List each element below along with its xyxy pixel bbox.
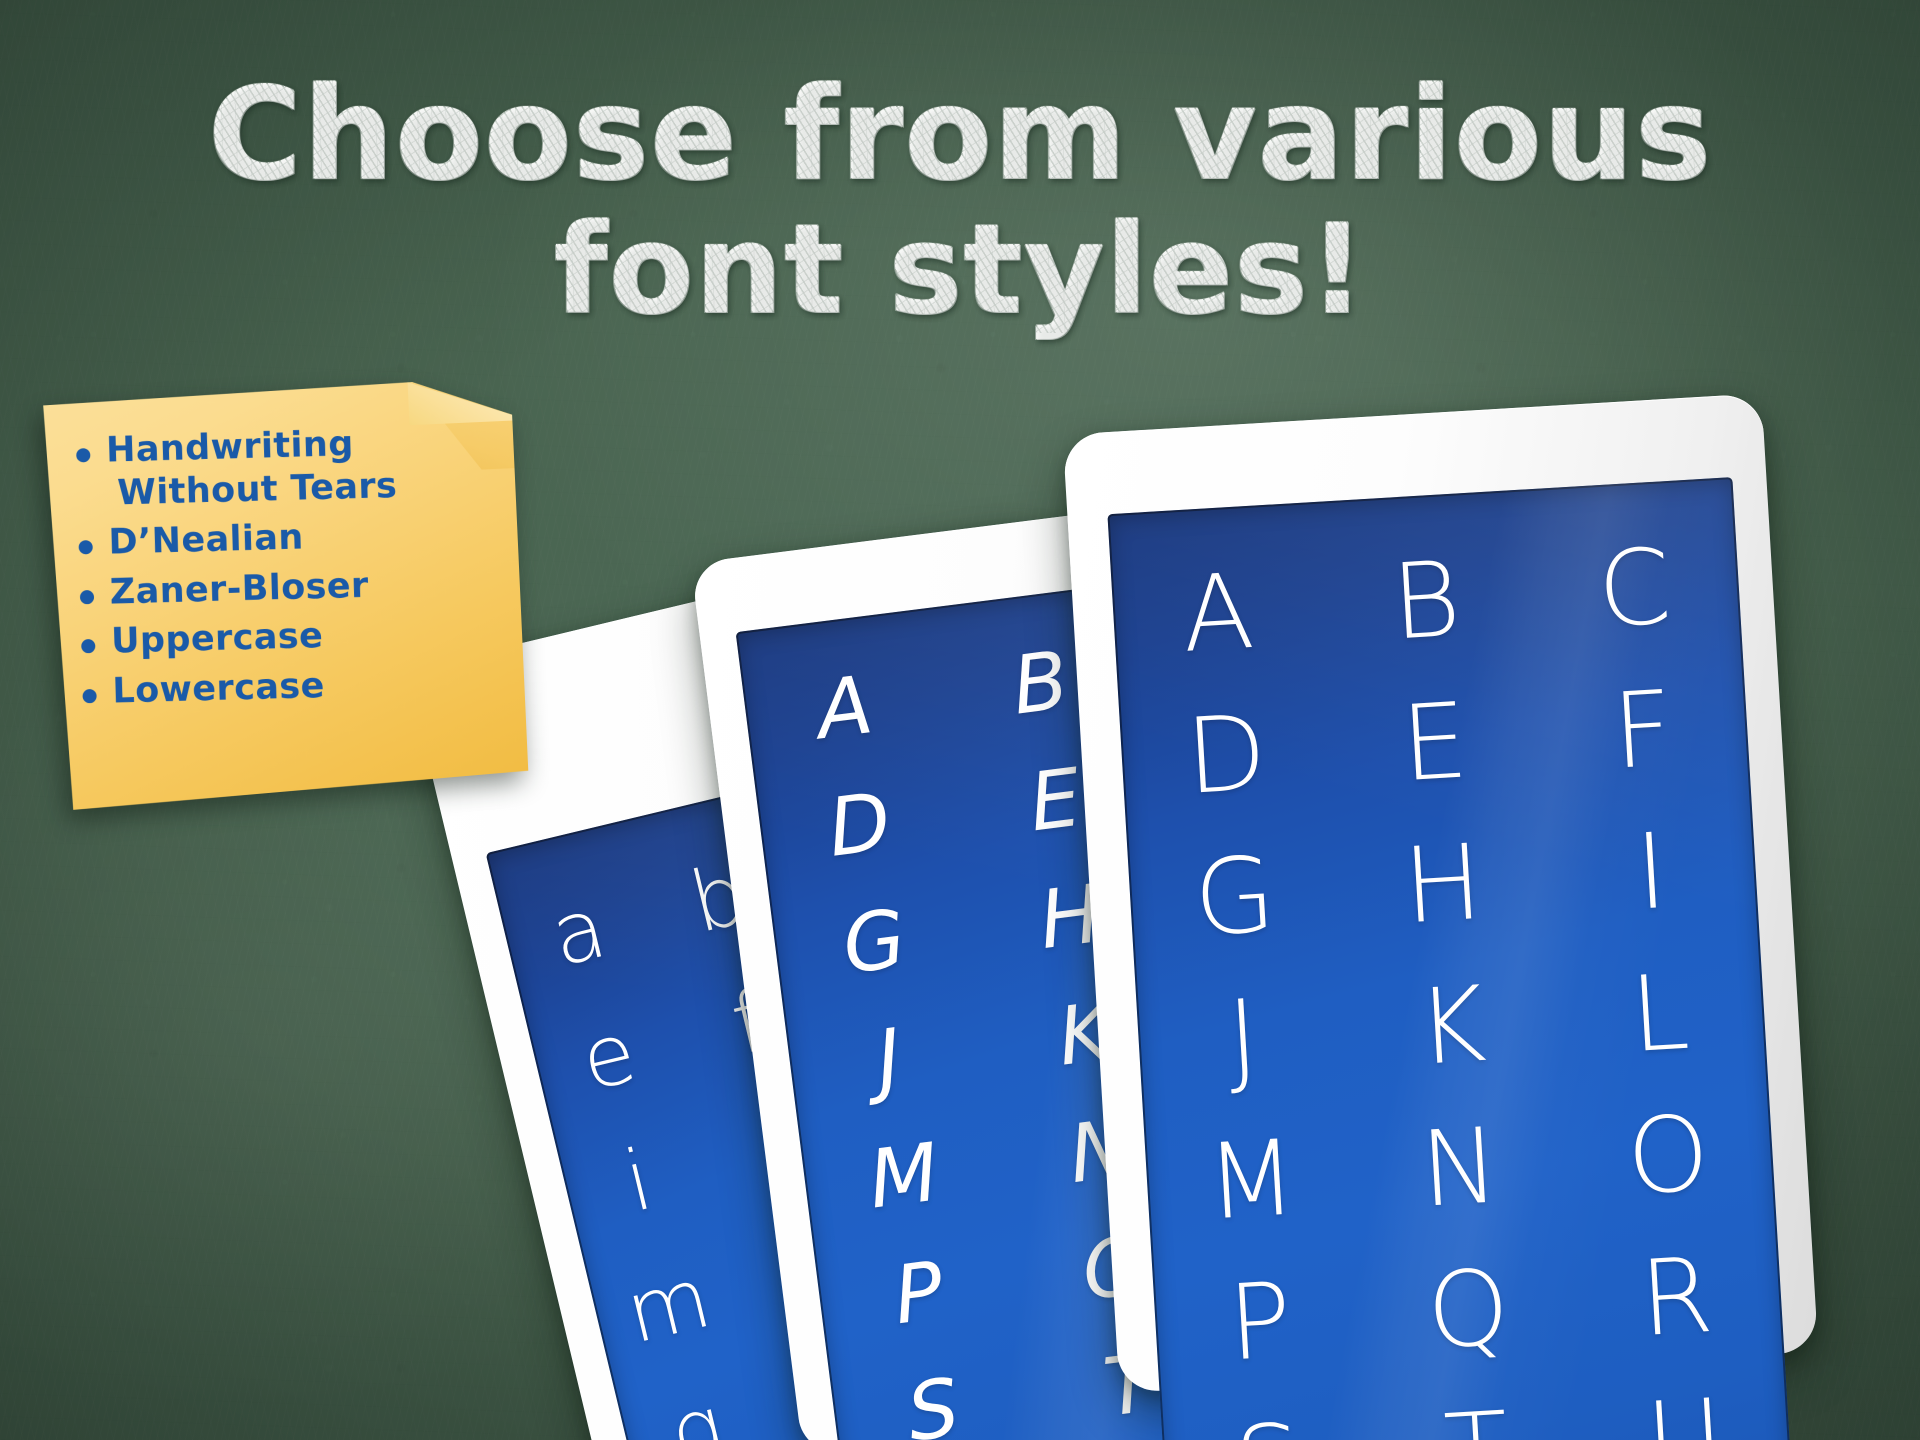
alphabet-letter: S bbox=[1232, 1401, 1305, 1440]
alphabet-letter: N bbox=[1417, 1104, 1503, 1231]
alphabet-letter: L bbox=[1627, 950, 1693, 1076]
alphabet-letter: U bbox=[1643, 1375, 1727, 1440]
alphabet-letter: e bbox=[571, 1002, 645, 1110]
alphabet-letter: O bbox=[1623, 1091, 1713, 1219]
alphabet-letter: G bbox=[837, 891, 911, 992]
alphabet-letter: D bbox=[1182, 691, 1270, 818]
alphabet-letter: P bbox=[1224, 1258, 1295, 1385]
alphabet-letter: I bbox=[1632, 809, 1671, 934]
alphabet-letter: i bbox=[615, 1130, 662, 1232]
alphabet-letter: T bbox=[1441, 1388, 1512, 1440]
alphabet-letter: R bbox=[1636, 1233, 1717, 1360]
list-item-label: D’Nealian bbox=[108, 517, 305, 563]
list-item-label: Lowercase bbox=[111, 665, 326, 712]
alphabet-letter: a bbox=[542, 878, 616, 986]
tablet-uppercase-screen[interactable]: ABCDEFGHIJKLMNOPQRSTUVWXYZ bbox=[1107, 477, 1798, 1440]
alphabet-letter: E bbox=[1024, 750, 1087, 850]
font-style-list-item: Handwriting Without Tears bbox=[62, 420, 506, 515]
tablet-uppercase[interactable]: ABCDEFGHIJKLMNOPQRSTUVWXYZ bbox=[1062, 393, 1819, 1440]
font-style-list-item: Lowercase bbox=[68, 661, 511, 713]
alphabet-letter: Q bbox=[1423, 1245, 1513, 1373]
alphabet-letter: A bbox=[1178, 549, 1257, 676]
alphabet-letter: B bbox=[1388, 537, 1464, 664]
font-style-list-item: D’Nealian bbox=[64, 512, 507, 564]
alphabet-letter: C bbox=[1594, 525, 1675, 652]
screen-glare bbox=[1107, 477, 1798, 1440]
alphabet-letter: K bbox=[1413, 962, 1490, 1089]
alphabet-letter: m bbox=[616, 1248, 720, 1363]
alphabet-letter: P bbox=[888, 1243, 949, 1343]
font-style-list-item: Zaner-Bloser bbox=[65, 562, 508, 614]
sticky-note: Handwriting Without Tears D’Nealian Zaner-B… bbox=[43, 378, 529, 811]
list-item-label: Zaner-Bloser bbox=[109, 565, 370, 613]
alphabet-letter: J bbox=[871, 1011, 907, 1107]
alphabet-letter: B bbox=[1007, 633, 1074, 733]
letter-grid-uppercase: ABCDEFGHIJKLMNOPQRSTUVWXYZ bbox=[1107, 477, 1797, 1440]
alphabet-letter: M bbox=[863, 1125, 944, 1227]
alphabet-letter: J bbox=[1224, 976, 1262, 1100]
list-item-label-continued: Without Tears bbox=[116, 465, 398, 513]
font-style-list-item: Uppercase bbox=[67, 612, 510, 664]
alphabet-letter: D bbox=[822, 774, 896, 875]
alphabet-letter: G bbox=[1190, 833, 1279, 960]
font-style-list: Handwriting Without Tears D’Nealian Zaner-B… bbox=[47, 382, 526, 806]
list-item-label: Handwriting bbox=[105, 424, 355, 471]
list-item-label: Uppercase bbox=[110, 616, 324, 662]
alphabet-letter: H bbox=[1400, 820, 1486, 948]
promo-slide: Choose from various font styles! abcdefg… bbox=[0, 0, 1920, 1440]
alphabet-letter: S bbox=[902, 1360, 965, 1440]
alphabet-letter: E bbox=[1398, 679, 1471, 806]
alphabet-letter: M bbox=[1203, 1116, 1300, 1244]
alphabet-letter: q bbox=[660, 1375, 736, 1440]
alphabet-letter: F bbox=[1609, 667, 1677, 793]
alphabet-letter: A bbox=[811, 658, 878, 758]
